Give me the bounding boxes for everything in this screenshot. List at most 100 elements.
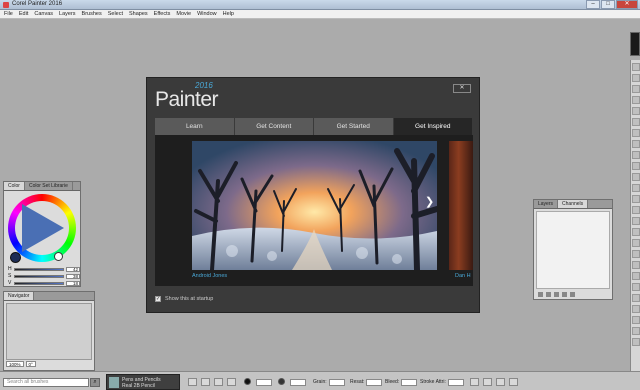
channels-list[interactable] <box>536 211 610 289</box>
tab-layers[interactable]: Layers <box>534 200 559 208</box>
bleed-label: Bleed: <box>385 379 400 385</box>
next-artwork-preview[interactable] <box>449 141 473 270</box>
crop-tool-icon[interactable] <box>632 129 640 137</box>
pattern-selector-icon[interactable] <box>632 272 640 280</box>
layer-adjuster-tool-icon[interactable] <box>632 107 640 115</box>
tab-learn[interactable]: Learn <box>155 118 235 135</box>
saturation-slider[interactable] <box>14 274 64 278</box>
paint-bucket-tool-icon[interactable] <box>632 85 640 93</box>
quick-mask-icon[interactable] <box>632 327 640 335</box>
main-color-swatch[interactable] <box>10 252 21 263</box>
color-sliders: H 42 S 38 V 18 <box>8 266 80 287</box>
show-at-startup[interactable]: ✓ Show this at startup <box>155 296 213 302</box>
clone-source-icon[interactable] <box>632 316 640 324</box>
size-value-field[interactable] <box>256 378 272 386</box>
weaving-selector-icon[interactable] <box>632 283 640 291</box>
minimize-button[interactable]: – <box>586 0 600 9</box>
menu-layers[interactable]: Layers <box>59 10 76 18</box>
menu-window[interactable]: Window <box>197 10 217 18</box>
grabber-tool-icon[interactable] <box>632 206 640 214</box>
menu-file[interactable]: File <box>4 10 13 18</box>
magnifier-tool-icon[interactable] <box>632 217 640 225</box>
hue-slider[interactable] <box>14 267 64 271</box>
selection-adjuster-tool-icon[interactable] <box>632 162 640 170</box>
menu-brushes[interactable]: Brushes <box>82 10 102 18</box>
next-artist-credit[interactable]: Dan H <box>455 273 471 279</box>
value-slider[interactable] <box>14 281 64 285</box>
color-panel-tabs: Color Color Set Librarie <box>4 182 80 191</box>
main-color-swatch-icon[interactable] <box>632 239 640 247</box>
artist-credit[interactable]: Android Jones <box>192 273 227 279</box>
reset-tool-icon[interactable] <box>214 378 223 386</box>
tab-color[interactable]: Color <box>4 182 25 190</box>
enhanced-brush-ghost-icon[interactable] <box>483 378 492 386</box>
opacity-value-field[interactable] <box>290 378 306 386</box>
inspiration-gallery: ❯ Android Jones Dan H <box>155 135 473 286</box>
stroke-preview-icon[interactable] <box>496 378 505 386</box>
brush-selector-tab[interactable] <box>630 32 640 56</box>
transform-tool-icon[interactable] <box>632 118 640 126</box>
menu-shapes[interactable]: Shapes <box>129 10 148 18</box>
tab-navigator[interactable]: Navigator <box>4 292 35 300</box>
menu-effects[interactable]: Effects <box>154 10 171 18</box>
search-icon[interactable]: ⌕ <box>90 378 100 387</box>
eraser-tool-icon[interactable] <box>632 96 640 104</box>
winter-forest-artwork <box>192 141 437 270</box>
featured-artwork[interactable] <box>192 141 437 270</box>
load-channel-icon[interactable] <box>546 292 551 297</box>
new-channel-icon[interactable] <box>538 292 543 297</box>
straight-lines-icon[interactable] <box>201 378 210 386</box>
toolbox <box>630 60 640 388</box>
dialog-close-button[interactable]: ✕ <box>453 84 471 93</box>
dab-preview-icon[interactable] <box>470 378 479 386</box>
delete-channel-icon[interactable] <box>570 292 575 297</box>
zoom-field[interactable]: 100% <box>6 361 24 367</box>
nozzle-selector-icon[interactable] <box>632 294 640 302</box>
rotate-page-tool-icon[interactable] <box>632 228 640 236</box>
tab-get-inspired[interactable]: Get Inspired <box>393 118 473 135</box>
resat-value-field[interactable] <box>366 378 383 386</box>
bleed-field-group: Bleed: <box>385 378 418 386</box>
show-at-startup-checkbox[interactable]: ✓ <box>155 296 161 302</box>
grain-value-field[interactable] <box>328 378 345 386</box>
brush-tool-icon[interactable] <box>632 63 640 71</box>
additional-color-swatch[interactable] <box>54 252 63 261</box>
close-window-button[interactable]: ✕ <box>616 0 638 9</box>
brush-selector[interactable]: Pens and Pencils Real 2B Pencil <box>106 374 180 390</box>
text-tool-icon[interactable] <box>632 184 640 192</box>
menu-select[interactable]: Select <box>108 10 123 18</box>
pen-tool-icon[interactable] <box>632 195 640 203</box>
rotation-field[interactable]: 0° <box>25 361 36 367</box>
value-value-field[interactable]: 18 <box>66 280 80 286</box>
invert-channel-icon[interactable] <box>562 292 567 297</box>
tab-get-content[interactable]: Get Content <box>234 118 314 135</box>
navigator-preview[interactable] <box>6 303 92 360</box>
menu-help[interactable]: Help <box>223 10 234 18</box>
menu-movie[interactable]: Movie <box>176 10 191 18</box>
hue-value-field[interactable]: 42 <box>66 266 80 272</box>
saturation-value-triangle[interactable] <box>22 204 64 252</box>
menu-edit[interactable]: Edit <box>19 10 28 18</box>
save-selection-icon[interactable] <box>554 292 559 297</box>
brush-search-input[interactable]: Search all brushes <box>3 378 89 387</box>
freehand-icon[interactable] <box>188 378 197 386</box>
tab-channels[interactable]: Channels <box>558 200 589 208</box>
shape-tool-icon[interactable] <box>632 173 640 181</box>
lasso-tool-icon[interactable] <box>632 140 640 148</box>
bleed-value-field[interactable] <box>401 378 418 386</box>
tab-color-set-libraries[interactable]: Color Set Librarie <box>25 182 73 190</box>
paper-selector-icon[interactable] <box>632 250 640 258</box>
saturation-value-field[interactable]: 38 <box>66 273 80 279</box>
dropper-tool-icon[interactable] <box>632 74 640 82</box>
tab-get-started[interactable]: Get Started <box>314 118 394 135</box>
chevron-right-icon[interactable]: ❯ <box>425 195 434 208</box>
brush-calibration-icon[interactable] <box>509 378 518 386</box>
maximize-button[interactable]: □ <box>601 0 615 9</box>
brush-ghost-icon[interactable] <box>227 378 236 386</box>
magic-wand-tool-icon[interactable] <box>632 151 640 159</box>
media-library-icon[interactable] <box>632 305 640 313</box>
drawing-mode-icon[interactable] <box>632 338 640 346</box>
menu-canvas[interactable]: Canvas <box>34 10 53 18</box>
stroke-attributes-field[interactable] <box>447 378 464 386</box>
gradient-selector-icon[interactable] <box>632 261 640 269</box>
